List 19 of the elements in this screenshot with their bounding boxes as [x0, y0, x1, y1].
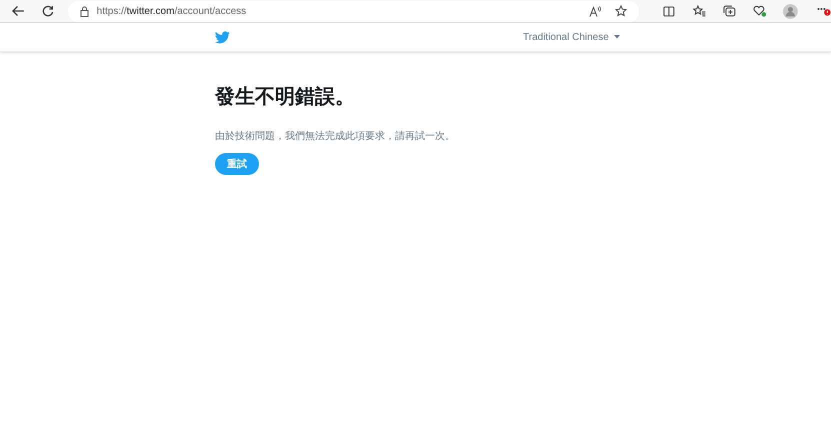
star-icon[interactable]	[615, 5, 628, 17]
heart-icon[interactable]	[752, 5, 766, 17]
error-title: 發生不明錯誤。	[215, 85, 356, 110]
bird-logo[interactable]	[215, 30, 230, 44]
retry-button[interactable]: 重試	[215, 153, 259, 175]
avatar-icon[interactable]	[783, 4, 798, 18]
caret-icon	[614, 35, 620, 39]
favorites-icon[interactable]	[693, 5, 706, 17]
split-screen-icon[interactable]	[663, 6, 676, 16]
padlock-icon	[80, 6, 89, 16]
back-icon[interactable]	[12, 5, 25, 17]
refresh-icon[interactable]	[42, 5, 54, 17]
menu-icon[interactable]	[817, 5, 831, 17]
read-aloud-icon[interactable]	[589, 6, 602, 16]
url-text: https://twitter.com/account/access	[96, 4, 246, 18]
error-message: 由於技術問題，我們無法完成此項要求，請再試一次。	[215, 130, 456, 144]
collections-icon[interactable]	[722, 5, 736, 17]
address-bar[interactable]: https://twitter.com/account/access	[68, 0, 640, 22]
language-selector[interactable]: Traditional Chinese	[523, 30, 620, 44]
